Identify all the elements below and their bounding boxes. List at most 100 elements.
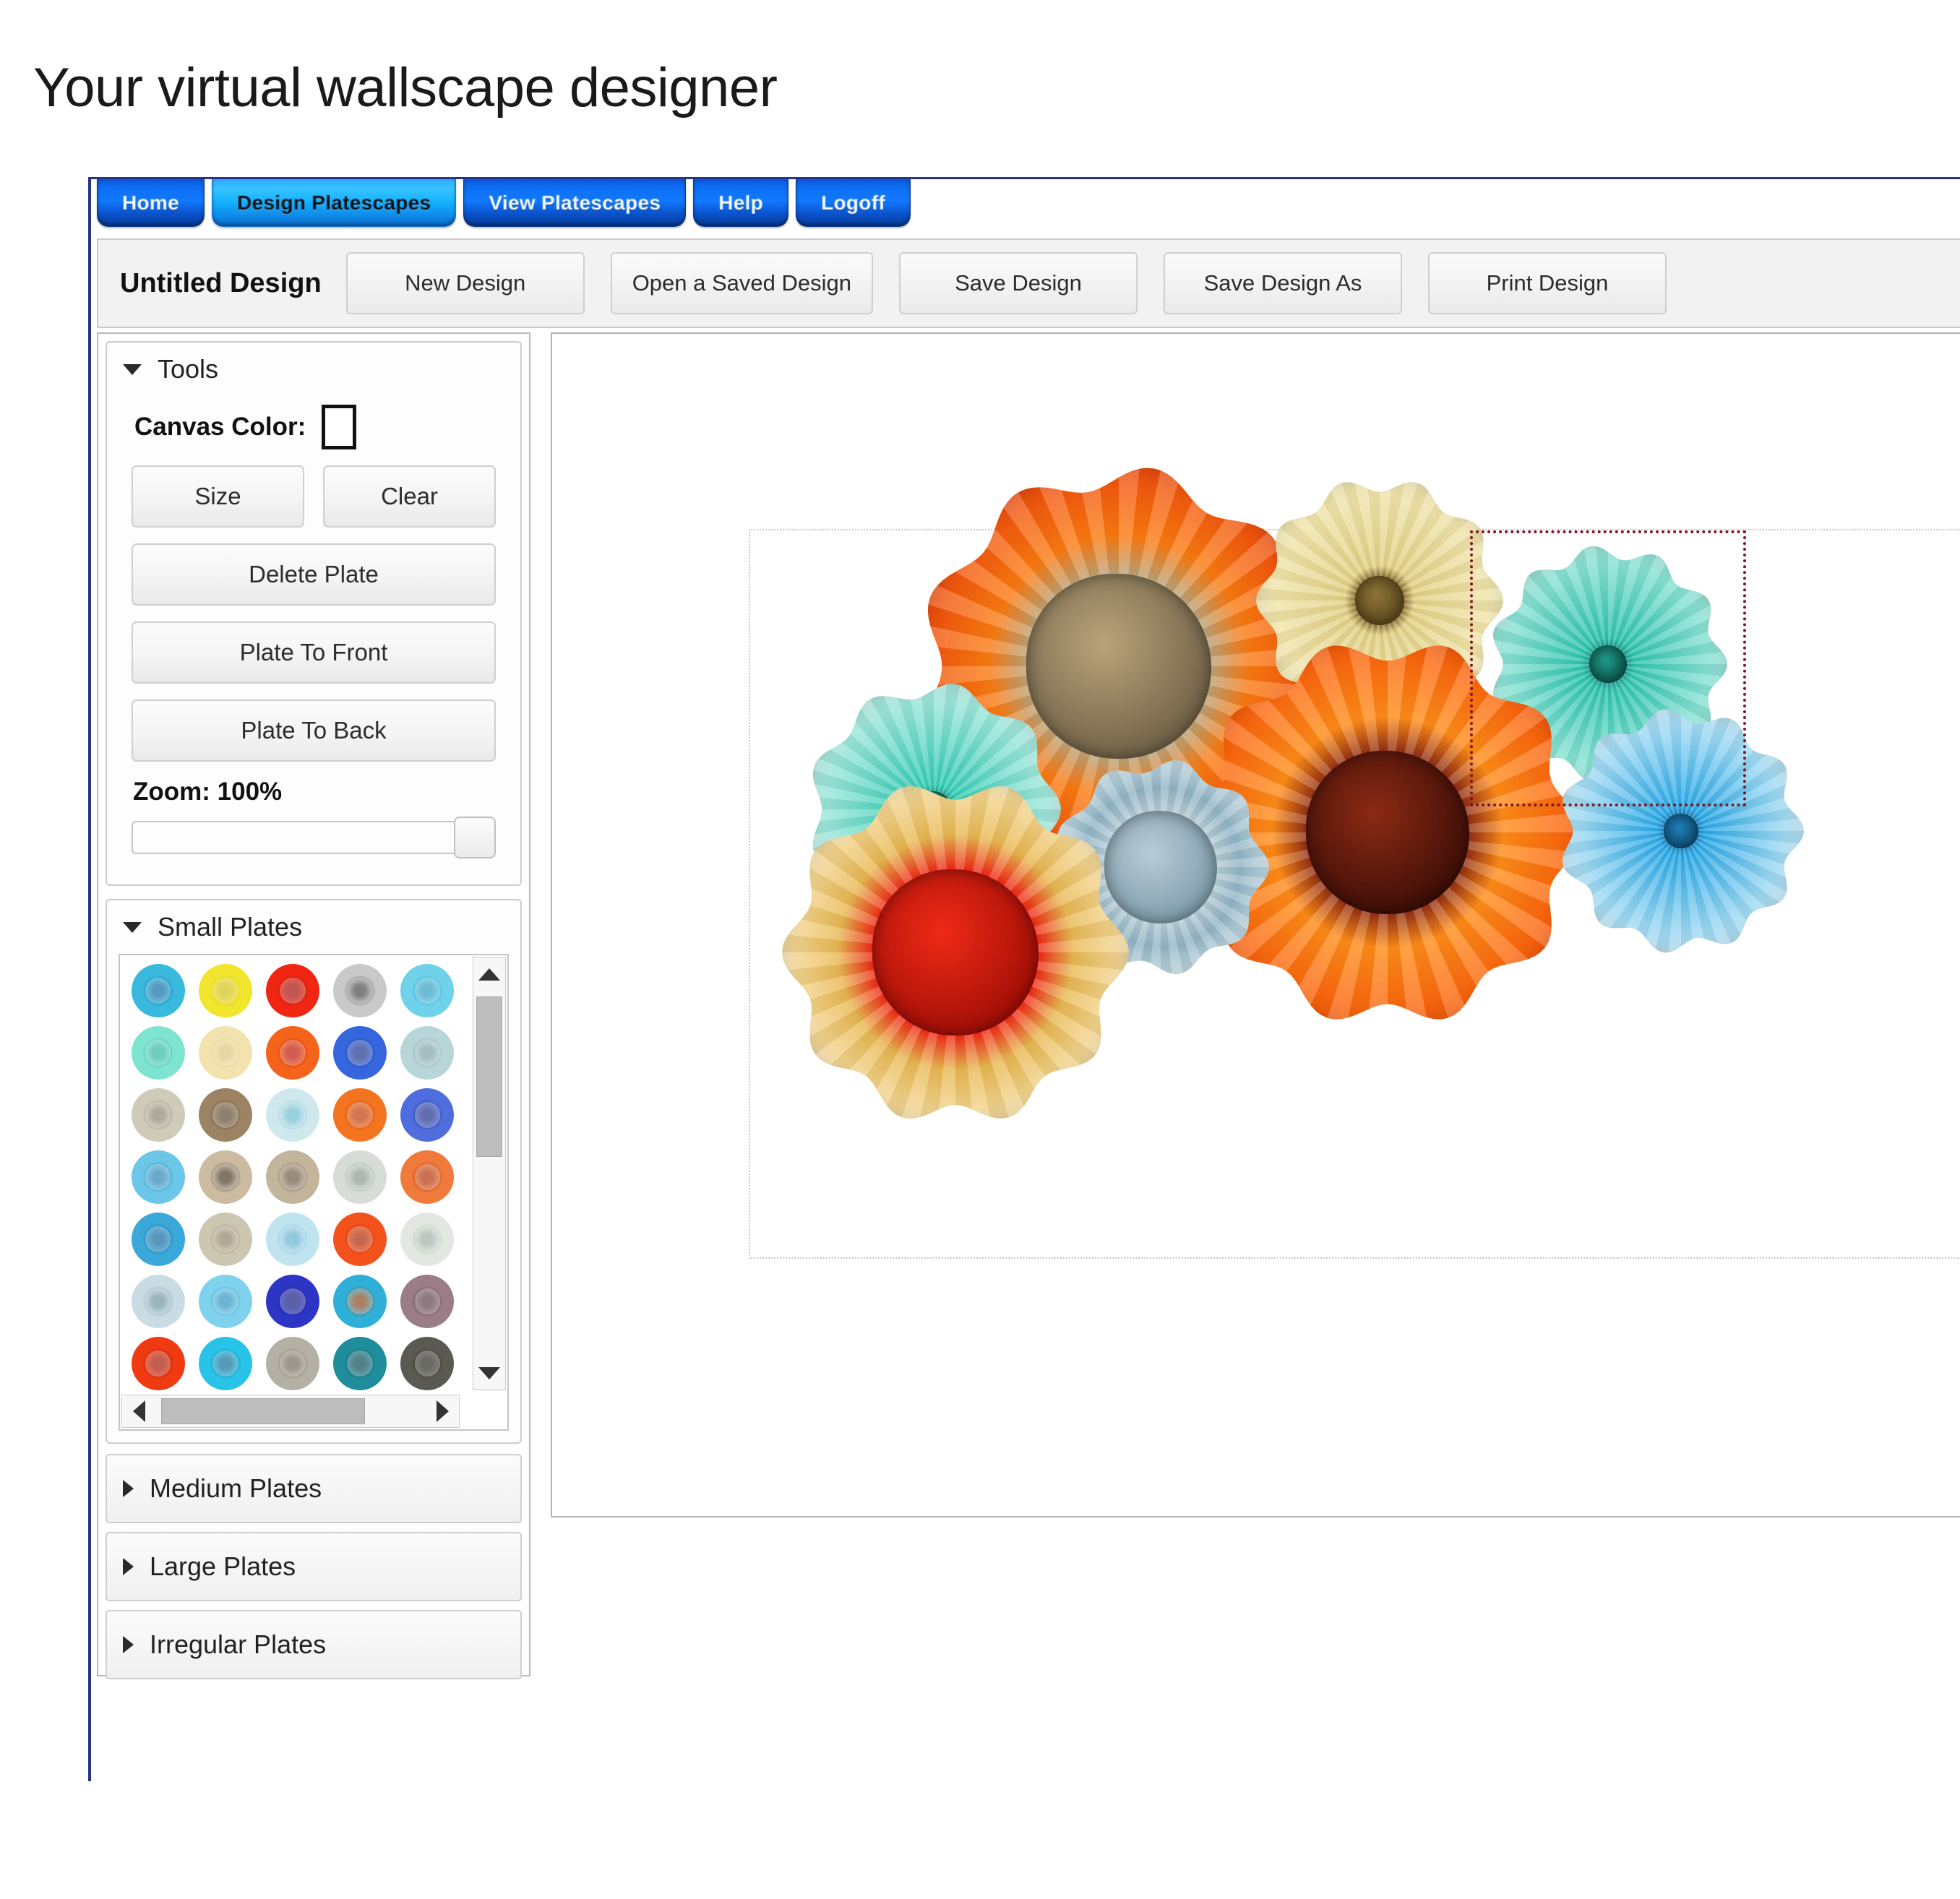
zoom-slider-track[interactable] [132, 821, 496, 854]
tools-group-title: Tools [158, 354, 219, 384]
small-plate-5[interactable] [400, 964, 455, 1017]
scroll-left-icon[interactable] [122, 1395, 155, 1427]
small-plate-18[interactable] [265, 1150, 319, 1204]
small-plates-picker [119, 954, 509, 1431]
large-plates-group-header[interactable]: Large Plates [106, 1532, 522, 1601]
small-plates-group-header[interactable]: Small Plates [107, 900, 520, 950]
plate-thumbnail-grid [124, 960, 461, 1395]
small-plate-35[interactable] [400, 1337, 455, 1390]
nav-tab-logoff[interactable]: Logoff [796, 179, 911, 227]
scroll-up-icon[interactable] [473, 957, 505, 991]
size-button[interactable]: Size [132, 465, 304, 528]
canvas-color-label: Canvas Color: [134, 413, 306, 441]
zoom-slider[interactable] [132, 817, 496, 858]
medium-plates-title: Medium Plates [150, 1473, 322, 1503]
medium-plates-group-header[interactable]: Medium Plates [106, 1454, 522, 1523]
zoom-slider-thumb[interactable] [454, 817, 496, 858]
small-plate-30[interactable] [400, 1275, 455, 1328]
small-plate-6[interactable] [131, 1026, 185, 1080]
clear-button[interactable]: Clear [323, 465, 496, 528]
app-window: Home Design Platescapes View Platescapes He… [88, 177, 1960, 1781]
chevron-right-icon [123, 1636, 134, 1653]
small-plate-21[interactable] [131, 1213, 185, 1266]
small-plate-2[interactable] [198, 964, 252, 1017]
small-plate-22[interactable] [198, 1213, 252, 1266]
small-plate-25[interactable] [400, 1213, 455, 1266]
small-plate-34[interactable] [333, 1337, 387, 1390]
small-plate-12[interactable] [198, 1088, 252, 1142]
nav-tab-label: View Platescapes [489, 191, 661, 214]
design-toolbar: Untitled Design New Design Open a Saved … [97, 238, 1960, 328]
print-design-button[interactable]: Print Design [1428, 252, 1667, 314]
small-plate-10[interactable] [400, 1026, 455, 1080]
small-plate-14[interactable] [333, 1088, 387, 1142]
small-plate-1[interactable] [131, 964, 185, 1017]
small-plate-8[interactable] [265, 1026, 319, 1080]
nav-tab-label: Home [122, 191, 179, 214]
chevron-right-icon [123, 1558, 134, 1575]
small-plate-4[interactable] [333, 964, 387, 1017]
nav-tab-help[interactable]: Help [693, 179, 789, 227]
small-plate-33[interactable] [265, 1337, 319, 1390]
small-plate-26[interactable] [131, 1275, 185, 1328]
design-name-label: Untitled Design [120, 267, 322, 298]
small-plate-20[interactable] [400, 1150, 455, 1204]
small-plate-9[interactable] [333, 1026, 387, 1080]
chevron-down-icon [123, 363, 142, 375]
scroll-down-icon[interactable] [473, 1356, 505, 1390]
small-plate-23[interactable] [265, 1213, 319, 1266]
delete-plate-button[interactable]: Delete Plate [132, 543, 496, 606]
canvas-color-row: Canvas Color: [134, 405, 496, 449]
nav-tab-view-platescapes[interactable]: View Platescapes [463, 179, 687, 227]
plate-grid-horizontal-scrollbar[interactable] [121, 1395, 460, 1428]
open-saved-design-button[interactable]: Open a Saved Design [610, 252, 873, 314]
small-plate-11[interactable] [131, 1088, 185, 1142]
small-plate-16[interactable] [131, 1150, 185, 1204]
tools-group: Tools Canvas Color: Size Clear Delete Pl… [106, 341, 522, 886]
small-plate-3[interactable] [265, 964, 319, 1017]
irregular-plates-group-header[interactable]: Irregular Plates [106, 1610, 522, 1679]
plate-to-front-button[interactable]: Plate To Front [132, 621, 496, 684]
horizontal-scroll-thumb[interactable] [161, 1398, 365, 1424]
plate-to-back-button[interactable]: Plate To Back [132, 699, 496, 762]
save-design-button[interactable]: Save Design [899, 252, 1138, 314]
tools-group-header[interactable]: Tools [107, 343, 520, 392]
new-design-button[interactable]: New Design [345, 252, 585, 314]
large-plates-title: Large Plates [150, 1551, 296, 1581]
small-plate-15[interactable] [400, 1088, 455, 1142]
nav-tab-label: Design Platescapes [237, 191, 431, 214]
canvas-color-swatch[interactable] [322, 405, 357, 449]
small-plate-19[interactable] [333, 1150, 387, 1204]
zoom-label: Zoom: 100% [133, 778, 283, 806]
small-plate-7[interactable] [198, 1026, 252, 1080]
plate-center [1664, 814, 1698, 848]
chevron-down-icon [123, 921, 142, 933]
save-design-as-button[interactable]: Save Design As [1164, 252, 1402, 314]
scroll-right-icon[interactable] [426, 1395, 459, 1427]
nav-tab-design-platescapes[interactable]: Design Platescapes [212, 179, 457, 227]
nav-tab-home[interactable]: Home [97, 179, 205, 227]
small-plate-24[interactable] [333, 1213, 387, 1266]
irregular-plates-title: Irregular Plates [150, 1629, 327, 1659]
nav-tab-label: Help [718, 191, 764, 214]
page-title: Your virtual wallscape designer [33, 57, 778, 119]
small-plate-32[interactable] [198, 1337, 252, 1390]
plate-center [1589, 645, 1628, 684]
small-plate-13[interactable] [265, 1088, 319, 1142]
small-plates-title: Small Plates [158, 912, 303, 942]
small-plate-29[interactable] [333, 1275, 387, 1328]
design-canvas-panel[interactable] [551, 332, 1960, 1517]
small-plate-27[interactable] [198, 1275, 252, 1328]
size-clear-row: Size Clear [132, 465, 496, 528]
canvas-sheet[interactable] [749, 468, 1960, 1259]
main-navigation: Home Design Platescapes View Platescapes He… [91, 179, 1960, 234]
small-plate-28[interactable] [265, 1275, 319, 1328]
chevron-right-icon [123, 1480, 134, 1497]
small-plate-31[interactable] [131, 1337, 185, 1390]
plate-center [1104, 811, 1217, 923]
plate-center [872, 869, 1039, 1036]
screen-root: Your virtual wallscape designer Home Desi… [0, 0, 1960, 1899]
plate-grid-vertical-scrollbar[interactable] [473, 957, 506, 1390]
small-plate-17[interactable] [198, 1150, 252, 1204]
vertical-scroll-thumb[interactable] [476, 996, 502, 1157]
